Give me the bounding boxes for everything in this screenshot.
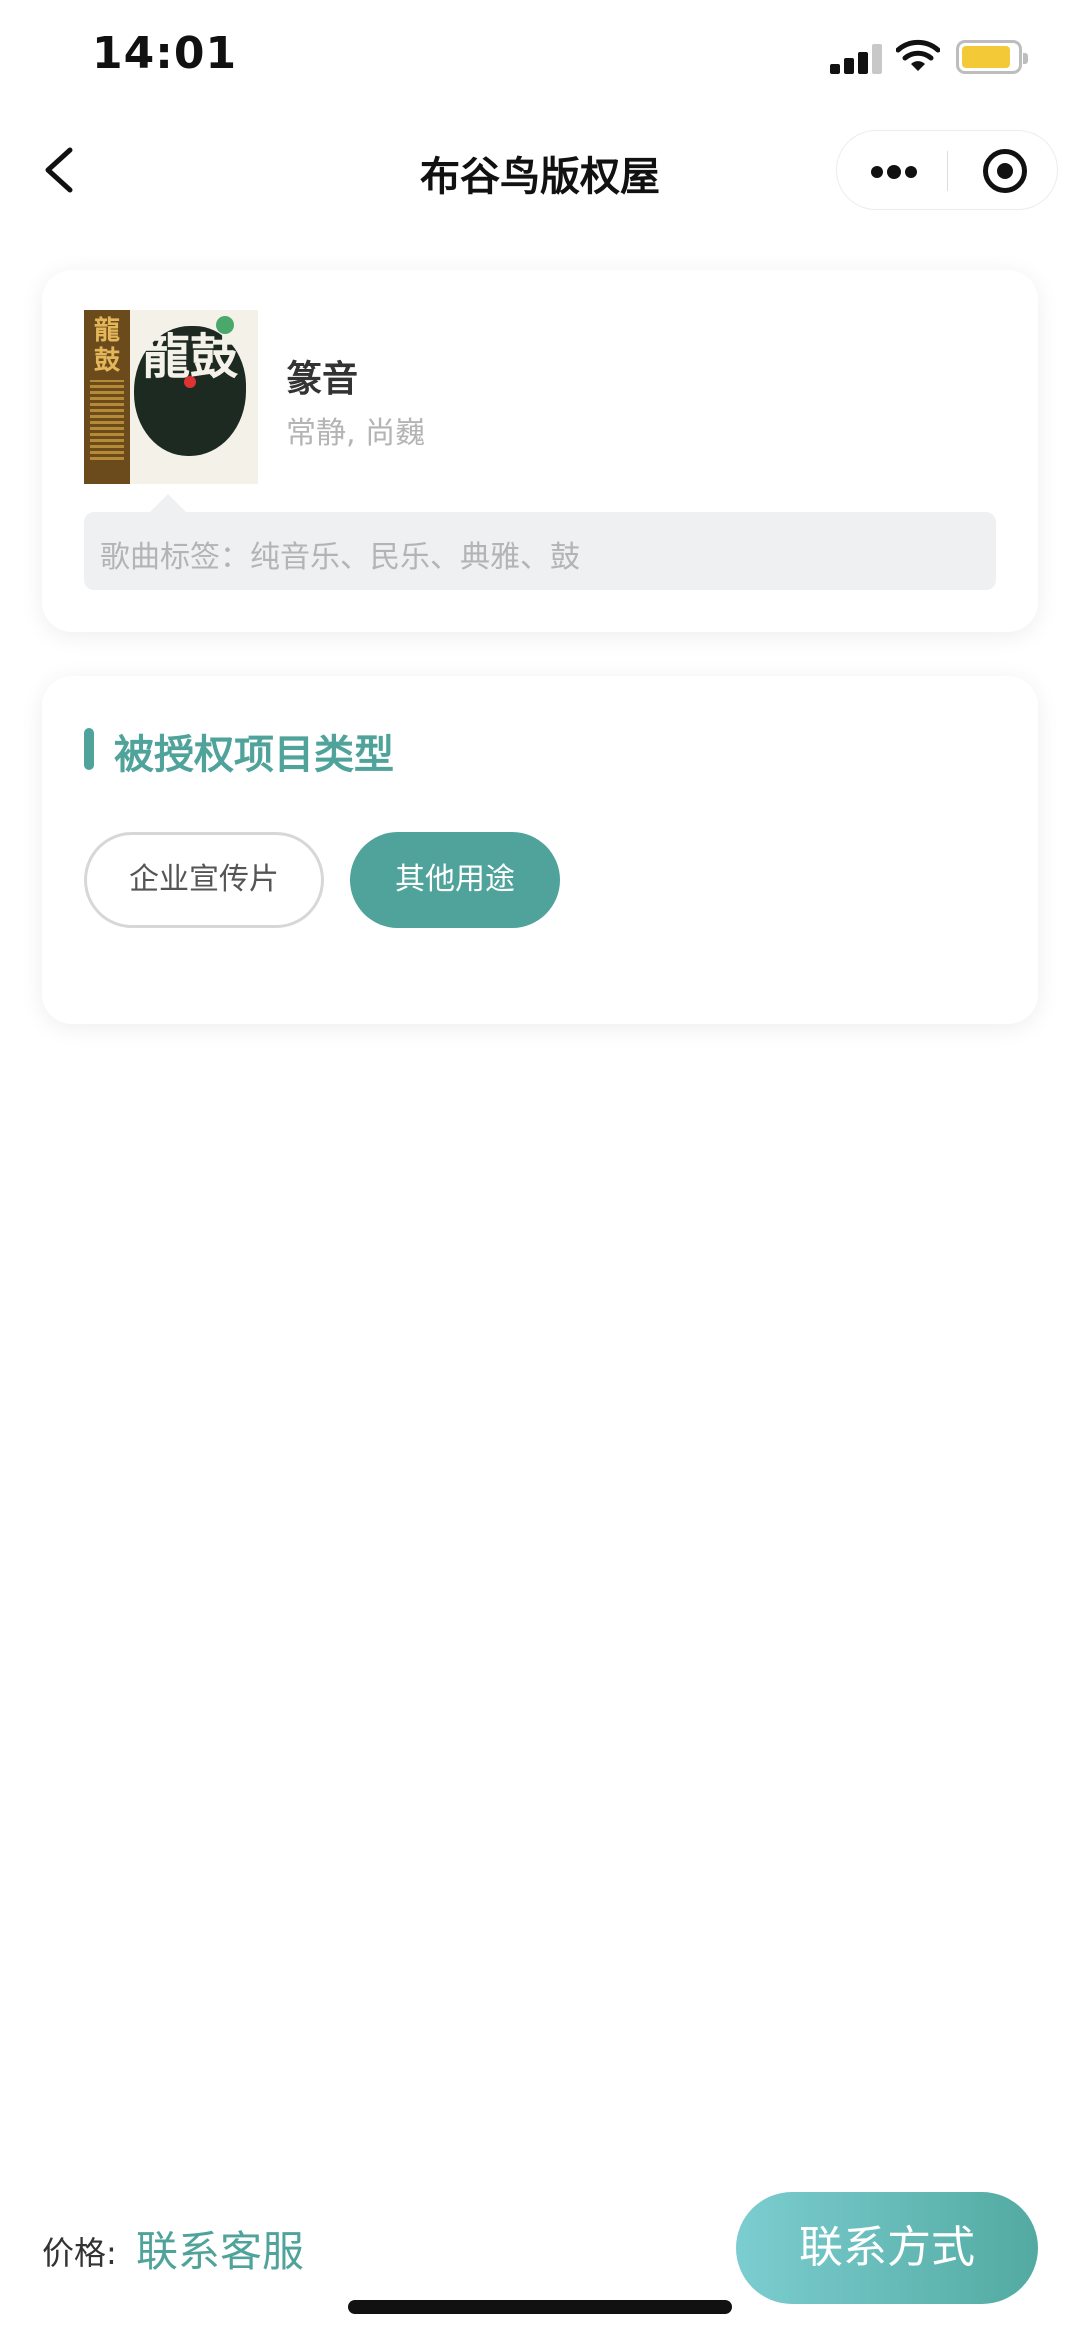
wifi-icon: [896, 39, 940, 71]
song-title: 篆音: [286, 359, 359, 400]
license-option-corporate-video[interactable]: 企业宣传片: [84, 832, 324, 928]
cover-badge: [216, 316, 234, 334]
home-indicator: [348, 2300, 732, 2314]
song-tags: 歌曲标签：纯音乐、民乐、典雅、鼓: [84, 512, 996, 590]
mini-program-capsule: [836, 130, 1058, 210]
cover-stripes: [90, 380, 124, 460]
section-title: 被授权项目类型: [114, 732, 394, 778]
song-card: 龍鼓 龍鼓 篆音 常静, 尚巍 歌曲标签：纯音乐、民乐、典雅、鼓: [42, 270, 1038, 632]
album-cover[interactable]: 龍鼓 龍鼓: [84, 310, 258, 484]
contact-button[interactable]: 联系方式: [736, 2192, 1038, 2304]
nav-bar: 布谷鸟版权屋: [0, 120, 1080, 220]
price-value[interactable]: 联系客服: [136, 2218, 304, 2279]
license-card: 被授权项目类型 企业宣传片 其他用途: [42, 676, 1038, 1024]
cover-dot: [184, 376, 196, 388]
tag-bubble-arrow: [150, 494, 186, 512]
target-icon[interactable]: [983, 149, 1027, 193]
cover-spine-text: 龍鼓: [93, 316, 120, 376]
signal-icon: [830, 44, 886, 74]
battery-icon: [956, 40, 1028, 74]
capsule-divider: [947, 151, 948, 191]
song-artist: 常静, 尚巍: [286, 416, 426, 451]
status-bar: 14:01: [0, 0, 1080, 120]
status-time: 14:01: [92, 28, 238, 79]
more-dots-icon[interactable]: [837, 131, 947, 211]
section-accent-bar: [84, 728, 94, 770]
license-option-other-use[interactable]: 其他用途: [350, 832, 560, 928]
song-tags-text: 歌曲标签：纯音乐、民乐、典雅、鼓: [100, 540, 580, 575]
price-label: 价格:: [42, 2234, 117, 2272]
